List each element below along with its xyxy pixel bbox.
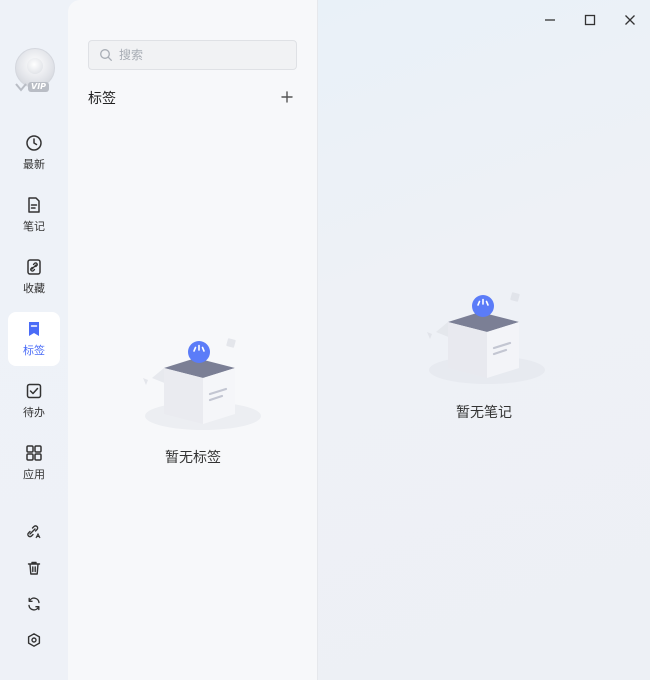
settings-button[interactable] (24, 630, 44, 650)
vip-label: VIP (28, 82, 50, 92)
clock-icon (26, 135, 42, 151)
empty-box-illustration (427, 292, 545, 384)
nav-label: 应用 (23, 468, 45, 481)
nav-item-tags[interactable]: 标签 (8, 312, 60, 366)
nav-item-todo[interactable]: 待办 (8, 374, 60, 428)
settings-icon (27, 633, 41, 647)
close-icon (625, 15, 635, 25)
nav-item-favorites[interactable]: 收藏 (8, 250, 60, 304)
maximize-button[interactable] (578, 8, 602, 32)
search-icon (100, 49, 112, 61)
search-input[interactable] (119, 48, 279, 62)
empty-tags-text: 暂无标签 (165, 450, 221, 466)
nav-label: 收藏 (23, 282, 45, 295)
nav-label: 标签 (23, 344, 45, 357)
link-edit-button[interactable] (24, 522, 44, 542)
nav-item-apps[interactable]: 应用 (8, 436, 60, 490)
plus-icon (281, 91, 293, 103)
minimize-icon (545, 19, 555, 21)
bookmark-icon (29, 322, 39, 336)
empty-notes-text: 暂无笔记 (456, 405, 512, 421)
apps-grid-icon (26, 445, 42, 461)
nav-item-latest[interactable]: 最新 (8, 126, 60, 180)
nav-label: 待办 (23, 406, 45, 419)
minimize-button[interactable] (538, 8, 562, 32)
note-icon (28, 197, 40, 213)
tag-panel: 标签 暂无标签 (68, 0, 318, 680)
note-content-pane: 暂无笔记 (318, 0, 650, 680)
vip-crown-icon (15, 83, 27, 92)
left-rail: VIP 最新 笔记 收藏 标签 待办 应用 (0, 0, 68, 680)
trash-button[interactable] (24, 558, 44, 578)
maximize-icon (584, 14, 596, 26)
nav-label: 笔记 (23, 220, 45, 233)
section-title: 标签 (88, 91, 116, 107)
trash-icon (27, 561, 41, 575)
search-box[interactable] (88, 40, 297, 70)
link-edit-icon (27, 525, 41, 539)
nav-item-notes[interactable]: 笔记 (8, 188, 60, 242)
empty-box-illustration (143, 338, 261, 430)
link-icon (27, 259, 41, 275)
checkbox-icon (26, 383, 42, 399)
close-button[interactable] (618, 8, 642, 32)
add-tag-button[interactable] (277, 87, 297, 107)
sync-icon (28, 597, 40, 611)
sync-button[interactable] (24, 594, 44, 614)
nav-label: 最新 (23, 158, 45, 171)
vip-badge: VIP (15, 81, 51, 93)
